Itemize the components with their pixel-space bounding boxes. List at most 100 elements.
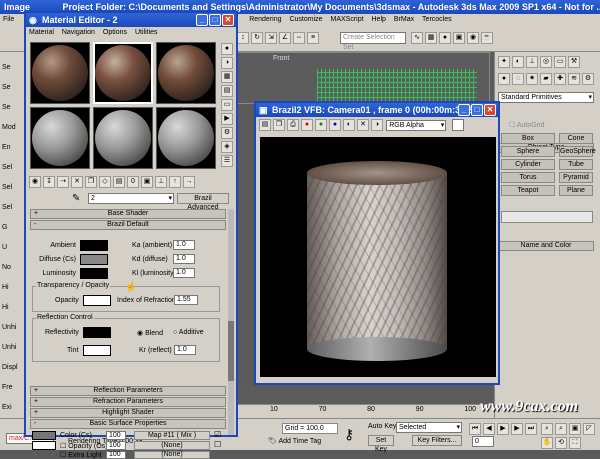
left-panel-label[interactable]: Sel	[2, 158, 24, 178]
put-library-icon[interactable]: ▤	[113, 176, 125, 188]
ka-spinner[interactable]: 1.0	[173, 240, 195, 250]
render-icon[interactable]: ◉	[467, 32, 479, 44]
save-icon[interactable]: ▤	[259, 119, 271, 131]
zoom-extents-icon[interactable]: ▣	[569, 423, 581, 435]
key-icon[interactable]: ⚷	[344, 427, 354, 441]
material-name-field[interactable]: 2 ▾	[88, 193, 174, 204]
show-map-icon[interactable]: ▣	[141, 176, 153, 188]
rollout-reflection-parameters[interactable]: + Reflection Parameters	[30, 386, 226, 396]
quick-render-icon[interactable]: ☕	[481, 32, 493, 44]
rollout-name-color[interactable]: Name and Color	[498, 241, 594, 251]
rollout-refraction-parameters[interactable]: + Refraction Parameters	[30, 397, 226, 407]
make-preview-icon[interactable]: ▶	[221, 113, 233, 125]
set-key-button[interactable]: Set Key	[368, 435, 394, 453]
left-panel-label[interactable]: Sel	[2, 198, 24, 218]
hierarchy-tab-icon[interactable]: ⊥	[526, 56, 538, 68]
minimize-icon[interactable]: _	[196, 14, 208, 26]
ior-spinner[interactable]: 1.55	[174, 295, 198, 305]
left-panel-label[interactable]: Hi	[2, 298, 24, 318]
play-icon[interactable]: ▶	[497, 423, 509, 435]
material-id-icon[interactable]: 0	[127, 176, 139, 188]
selected-dropdown[interactable]: Selected ▾	[396, 422, 462, 433]
left-panel-label[interactable]: Mod	[2, 118, 24, 138]
video-check-icon[interactable]: ▭	[221, 99, 233, 111]
color-map-checkbox[interactable]: ☑	[214, 430, 221, 439]
kr-spinner[interactable]: 1.0	[174, 345, 196, 355]
select-by-material-icon[interactable]: ◈	[221, 141, 233, 153]
options-icon[interactable]: ⚙	[221, 127, 233, 139]
close-icon[interactable]: ✕	[222, 14, 234, 26]
max-menu-customize[interactable]: Customize	[286, 16, 325, 23]
blend-radio[interactable]: ◉ Blend	[137, 329, 163, 337]
helpers-icon[interactable]: ✚	[554, 73, 566, 85]
viewport-label[interactable]: Front	[273, 55, 289, 62]
rollout-basic-surface[interactable]: - Basic Surface Properties	[30, 419, 226, 429]
zoom-all-icon[interactable]: ⌕	[555, 423, 567, 435]
ambient-swatch[interactable]	[80, 240, 108, 251]
left-panel-label[interactable]: Se	[2, 98, 24, 118]
sample-slot[interactable]	[30, 106, 90, 169]
orbit-icon[interactable]: ⟲	[555, 437, 567, 449]
reset-map-icon[interactable]: ✕	[71, 176, 83, 188]
put-to-scene-icon[interactable]: ↧	[43, 176, 55, 188]
render-setup-icon[interactable]: ▣	[453, 32, 465, 44]
sample-slot[interactable]	[156, 42, 216, 104]
sample-slot[interactable]	[156, 106, 216, 169]
extra-light-spinner[interactable]: 100	[106, 451, 126, 459]
sphere-button[interactable]: Sphere	[501, 146, 555, 157]
shapes-icon[interactable]: ◌	[512, 73, 524, 85]
left-panel-label[interactable]: Unhi	[2, 338, 24, 358]
selection-set-field[interactable]: Create Selection Set	[340, 32, 406, 51]
geosphere-button[interactable]: GeoSphere	[559, 146, 596, 157]
material-picker-icon[interactable]: ✎	[72, 193, 80, 204]
close-icon[interactable]: ✕	[484, 104, 496, 116]
max-menu-rendering[interactable]: Rendering	[246, 16, 284, 23]
display-tab-icon[interactable]: ▭	[554, 56, 566, 68]
schematic-icon[interactable]: ▦	[425, 32, 437, 44]
extra-light-map-button[interactable]: (None)	[134, 451, 210, 459]
select-move-icon[interactable]: ↕	[237, 32, 249, 44]
material-editor-icon[interactable]: ●	[439, 32, 451, 44]
menu-options[interactable]: Options	[100, 29, 130, 36]
motion-tab-icon[interactable]: ◎	[540, 56, 552, 68]
background-icon[interactable]: ▦	[221, 71, 233, 83]
next-frame-icon[interactable]: ▶	[511, 423, 523, 435]
luminosity-swatch[interactable]	[80, 268, 108, 279]
max-menu-brmax[interactable]: BrMax	[391, 16, 417, 23]
scale-icon[interactable]: ⇲	[265, 32, 277, 44]
fov-icon[interactable]: ◸	[583, 423, 595, 435]
color-map-button[interactable]: Map #11 ( Mix )	[134, 431, 210, 440]
geometry-icon[interactable]: ●	[498, 73, 510, 85]
align-icon[interactable]: ≡	[307, 32, 319, 44]
diffuse-swatch[interactable]	[80, 254, 108, 265]
scrollbar-thumb[interactable]	[228, 321, 234, 381]
sample-slot-active[interactable]	[93, 42, 153, 104]
prev-frame-icon[interactable]: ◀	[483, 423, 495, 435]
additive-radio[interactable]: ○ Additive	[173, 329, 204, 336]
left-panel-label[interactable]: G	[2, 218, 24, 238]
left-panel-label[interactable]: Unhi	[2, 318, 24, 338]
maximize-icon[interactable]: □	[209, 14, 221, 26]
kl-spinner[interactable]: 1.0	[173, 268, 195, 278]
left-panel-label[interactable]: Displ	[2, 358, 24, 378]
autogrid-checkbox[interactable]: ☐ AutoGrid	[509, 121, 544, 129]
color-amount-spinner[interactable]: 100	[106, 431, 126, 440]
pan-icon[interactable]: ✋	[541, 437, 553, 449]
cameras-icon[interactable]: ▰	[540, 73, 552, 85]
maximize-icon[interactable]: ⛶	[569, 437, 581, 449]
viewport-top[interactable]: Front	[236, 52, 490, 104]
red-channel-icon[interactable]: ●	[301, 119, 313, 131]
channel-dropdown[interactable]: RGB Alpha ▾	[386, 119, 447, 131]
reflectivity-swatch[interactable]	[83, 327, 111, 338]
viewport-bottom[interactable]	[236, 384, 494, 406]
key-filters-button[interactable]: Key Filters...	[412, 435, 462, 446]
minimize-icon[interactable]: _	[458, 104, 470, 116]
teapot-button[interactable]: Teapot	[501, 185, 555, 196]
plane-button[interactable]: Plane	[559, 185, 593, 196]
backlight-icon[interactable]: ◑	[221, 57, 233, 69]
timeline[interactable]: 10 70 80 90 100	[236, 404, 494, 418]
opacity-amount-spinner[interactable]: 100	[106, 441, 126, 450]
material-type-button[interactable]: Brazil Advanced	[177, 193, 229, 211]
color-preview-swatch[interactable]	[452, 119, 465, 131]
color-swatch[interactable]	[32, 431, 56, 440]
